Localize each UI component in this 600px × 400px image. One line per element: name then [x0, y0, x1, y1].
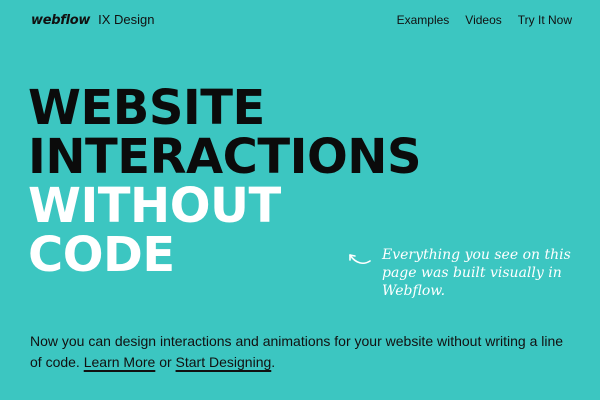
nav-link-try-it-now[interactable]: Try It Now [518, 13, 572, 27]
handwritten-note: Everything you see on this page was buil… [382, 247, 571, 299]
top-navigation: webflow IX Design Examples Videos Try It… [31, 9, 572, 31]
headline-line-without: WITHOUT [28, 178, 281, 234]
nav-link-videos[interactable]: Videos [465, 13, 501, 27]
start-designing-link[interactable]: Start Designing [176, 354, 272, 370]
lead-period: . [271, 354, 276, 370]
brand: webflow IX Design [31, 12, 154, 28]
learn-more-link[interactable]: Learn More [84, 354, 156, 370]
headline-line-website: WEBSITE [28, 80, 265, 136]
lead-paragraph: Now you can design interactions and anim… [30, 331, 570, 373]
nav-link-examples[interactable]: Examples [397, 13, 450, 27]
lead-connector: or [159, 354, 172, 370]
webflow-logo[interactable]: webflow [31, 13, 90, 28]
curved-arrow-icon [349, 254, 371, 265]
headline-line-interactions: INTERACTIONS [28, 129, 422, 185]
product-name: IX Design [98, 12, 155, 27]
nav-links: Examples Videos Try It Now [397, 13, 572, 27]
